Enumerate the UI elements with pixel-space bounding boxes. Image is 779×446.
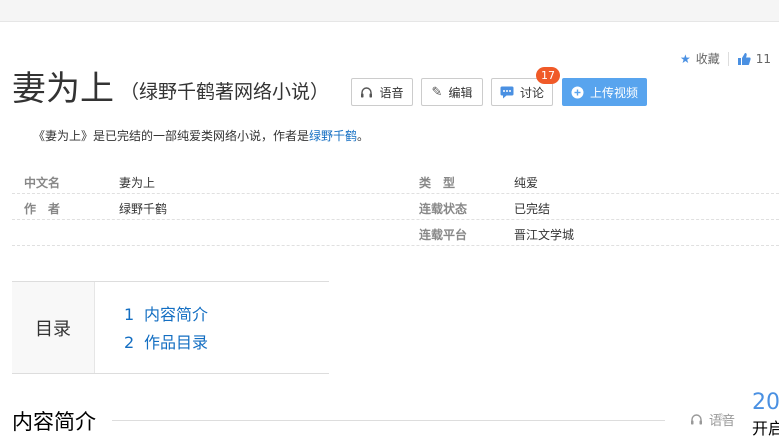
info-row: 中文名 妻为上 类 型 纯爱 — [12, 168, 779, 194]
entry-summary: 《妻为上》是已完结的一部纯爱类网络小说，作者是绿野千鹤。 — [33, 127, 369, 144]
info-row: 连载平台 晋江文学城 — [12, 220, 779, 246]
section-edit-icon[interactable]: ✎ — [717, 411, 729, 427]
like-button[interactable]: 11 — [737, 52, 771, 66]
basic-info-table: 中文名 妻为上 类 型 纯爱 作 者 绿野千鹤 连载状态 已完结 连载平台 晋江… — [12, 168, 779, 246]
top-bar — [0, 0, 779, 22]
thumbs-up-icon — [737, 52, 751, 65]
toc-item-summary[interactable]: 1 内容简介 — [124, 301, 208, 325]
toc-item-works[interactable]: 2 作品目录 — [124, 329, 208, 353]
audio-button[interactable]: 语音 — [351, 78, 413, 106]
edit-button[interactable]: ✎ 编辑 — [421, 78, 483, 106]
discuss-button[interactable]: 讨论 17 — [491, 67, 560, 106]
info-value: 纯爱 — [514, 176, 539, 190]
table-of-contents: 目录 1 内容简介 2 作品目录 — [12, 281, 329, 374]
info-value: 已完结 — [514, 202, 551, 216]
edit-label: 编辑 — [448, 85, 473, 100]
entry-title: 妻为上 （绿野千鹤著网络小说） — [12, 68, 329, 110]
upload-video-button[interactable]: 上传视频 — [562, 78, 647, 106]
page-subtitle: （绿野千鹤著网络小说） — [120, 81, 330, 103]
headphones-icon — [691, 414, 702, 425]
info-row: 作 者 绿野千鹤 连载状态 已完结 — [12, 194, 779, 220]
discuss-count-badge: 17 — [536, 67, 560, 84]
side-panel-text[interactable]: 开启 — [752, 415, 779, 439]
collect-button[interactable]: ★ 收藏 — [680, 50, 720, 67]
summary-end: 。 — [357, 129, 370, 143]
chat-icon — [500, 86, 514, 98]
toc-heading: 目录 — [12, 282, 95, 373]
pencil-icon: ✎ — [431, 84, 443, 100]
entry-actions: ★ 收藏 11 — [680, 50, 771, 67]
like-count: 11 — [755, 51, 771, 66]
section-title: 内容简介 — [12, 410, 96, 434]
star-icon: ★ — [679, 51, 691, 66]
upload-video-label: 上传视频 — [589, 85, 638, 100]
info-label: 连载状态 — [419, 202, 468, 216]
discuss-label: 讨论 — [519, 85, 544, 100]
info-label: 连载平台 — [419, 228, 468, 242]
toc-item-label: 作品目录 — [144, 333, 209, 352]
divider — [727, 51, 729, 66]
collect-label: 收藏 — [695, 52, 720, 66]
section-divider — [112, 420, 665, 421]
info-label: 中文名 — [24, 176, 61, 190]
info-value: 妻为上 — [119, 176, 156, 190]
info-label: 类 型 — [419, 176, 456, 190]
plus-circle-icon — [571, 86, 584, 98]
toc-item-number: 2 — [124, 333, 135, 352]
page-title: 妻为上 — [12, 69, 114, 109]
info-value: 晋江文学城 — [514, 228, 575, 242]
summary-text: 《妻为上》是已完结的一部纯爱类网络小说，作者是 — [33, 129, 310, 143]
info-label: 作 者 — [24, 202, 61, 216]
toc-item-label: 内容简介 — [144, 305, 209, 324]
headphones-icon — [361, 86, 373, 97]
info-value: 绿野千鹤 — [119, 202, 168, 216]
toc-item-number: 1 — [124, 305, 135, 324]
side-panel-number: 20 — [752, 390, 779, 415]
audio-label: 语音 — [379, 85, 404, 100]
author-link[interactable]: 绿野千鹤 — [309, 129, 357, 143]
